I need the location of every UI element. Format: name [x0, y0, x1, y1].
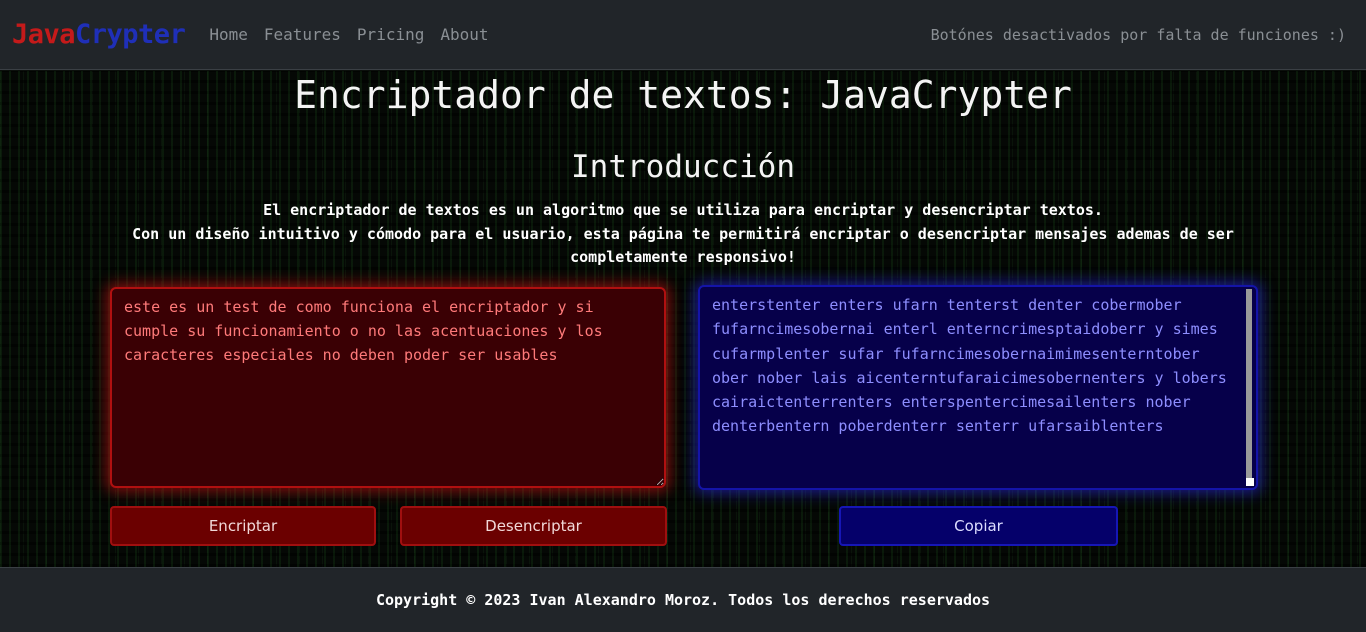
- intro-line-1: El encriptador de textos es un algoritmo…: [263, 201, 1103, 219]
- encrypt-button[interactable]: Encriptar: [110, 506, 376, 546]
- resize-handle[interactable]: [1246, 478, 1254, 486]
- output-scrollbar[interactable]: [1246, 289, 1252, 479]
- encrypt-input[interactable]: [110, 287, 666, 488]
- intro-title: Introducción: [571, 149, 795, 185]
- footer: Copyright © 2023 Ivan Alexandro Moroz. T…: [0, 567, 1366, 632]
- page-title: Encriptador de textos: JavaCrypter: [294, 73, 1072, 117]
- brand-crypter: Crypter: [75, 19, 186, 50]
- nav-link-features[interactable]: Features: [264, 25, 341, 44]
- navbar: JavaCrypter Home Features Pricing About …: [0, 0, 1366, 70]
- decrypt-button[interactable]: Desencriptar: [400, 506, 667, 546]
- nav-disabled-note: Botónes desactivados por falta de funcio…: [930, 25, 1346, 44]
- encrypted-output-text: enterstenter enters ufarn tenterst dente…: [712, 296, 1227, 436]
- footer-copyright: Copyright © 2023 Ivan Alexandro Moroz. T…: [375, 591, 991, 609]
- brand-java: Java: [12, 19, 76, 50]
- copy-button[interactable]: Copiar: [839, 506, 1118, 546]
- encrypted-output[interactable]: enterstenter enters ufarn tenterst dente…: [698, 285, 1258, 490]
- nav-link-home[interactable]: Home: [209, 25, 248, 44]
- brand-logo[interactable]: JavaCrypter: [12, 19, 186, 50]
- main-content: Encriptador de textos: JavaCrypter Intro…: [0, 71, 1366, 567]
- intro-text: El encriptador de textos es un algoritmo…: [120, 199, 1246, 270]
- nav-link-about[interactable]: About: [440, 25, 488, 44]
- nav-link-pricing[interactable]: Pricing: [357, 25, 424, 44]
- intro-line-2: Con un diseño intuitivo y cómodo para el…: [132, 224, 1234, 267]
